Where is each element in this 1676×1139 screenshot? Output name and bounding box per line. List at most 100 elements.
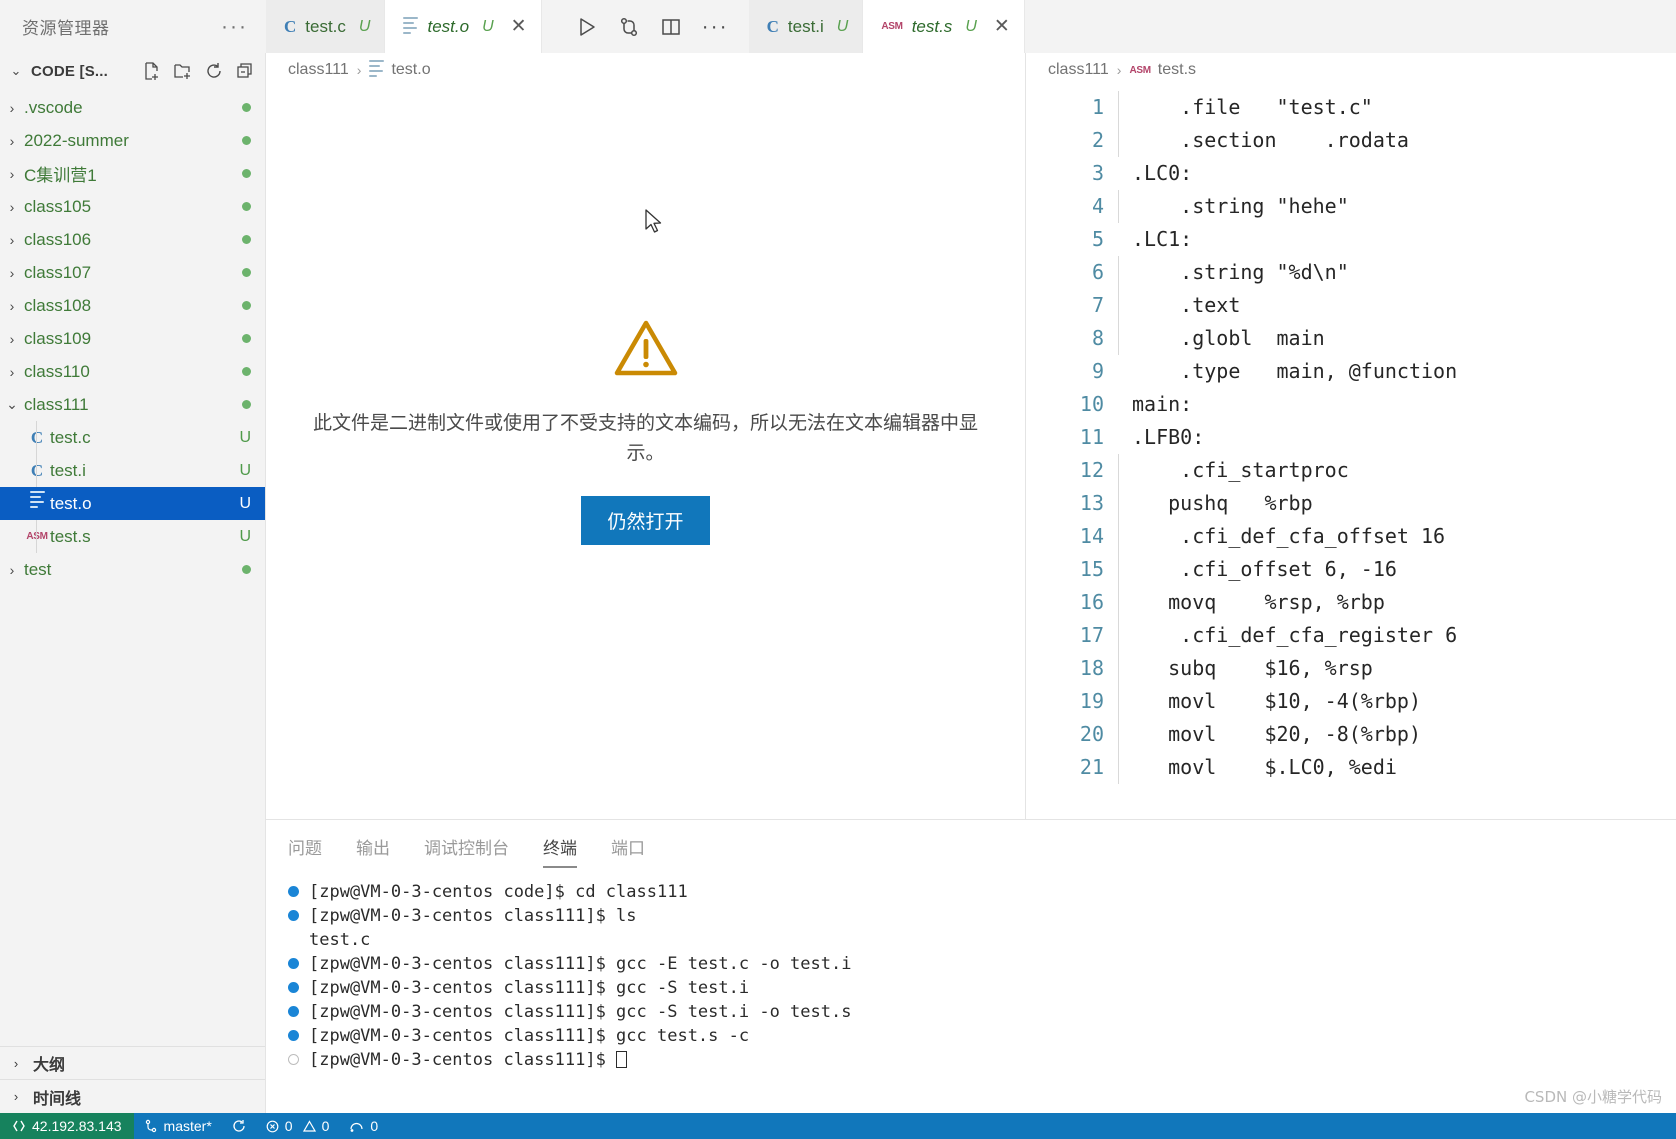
mouse-cursor-icon	[644, 209, 664, 240]
git-status-badge: U	[239, 428, 251, 446]
panel-tab-debug-console[interactable]: 调试控制台	[424, 834, 509, 868]
tab-test-c[interactable]: C test.c U	[266, 0, 386, 53]
explorer-sidebar: ⌄ CODE [S... › .vscode › 2022-summer › C…	[0, 53, 266, 1113]
editor-more-actions-icon[interactable]: ···	[702, 16, 729, 37]
code-line: .LC0:	[1132, 161, 1193, 185]
tree-item-2022-summer[interactable]: › 2022-summer	[0, 124, 265, 157]
sidebar-section-outline[interactable]: › 大纲	[0, 1047, 265, 1080]
breadcrumb-file[interactable]: ASM test.s	[1129, 61, 1196, 79]
code-editor[interactable]: 1 2 3 4 5 6 7 8 9 10 11 12 13 14 15 16 1…	[1026, 87, 1676, 819]
line-number: 2	[1091, 128, 1104, 152]
tree-item-test-s[interactable]: ASM test.s U	[0, 520, 265, 553]
git-status-dot	[242, 169, 251, 178]
command-decoration-icon	[288, 1006, 299, 1017]
git-status-dot	[242, 268, 251, 277]
indent-guide	[36, 454, 37, 487]
tree-item-class106[interactable]: › class106	[0, 223, 265, 256]
warning-triangle-icon	[614, 319, 678, 382]
sidebar-section-timeline[interactable]: › 时间线	[0, 1080, 265, 1113]
c-icon: C	[30, 460, 44, 480]
tree-item-class111[interactable]: ⌄ class111	[0, 388, 265, 421]
code-line: subq $16, %rsp	[1132, 656, 1373, 680]
status-remote-host[interactable]: 42.192.83.143	[0, 1113, 134, 1139]
code-line: movl $.LC0, %edi	[1132, 755, 1397, 779]
tree-item-class109[interactable]: › class109	[0, 322, 265, 355]
watermark: CSDN @小糖学代码	[1524, 1088, 1662, 1106]
breadcrumb-separator: ›	[1116, 62, 1122, 78]
tree-item-label: test.c	[50, 427, 91, 447]
terminal-text: [zpw@VM-0-3-centos class111]$ gcc -S tes…	[309, 978, 750, 998]
code-lines[interactable]: .file "test.c" .section .rodata .LC0: .s…	[1118, 91, 1676, 819]
status-branch[interactable]: master*	[134, 1113, 222, 1139]
panel-tab-problems[interactable]: 问题	[288, 834, 322, 868]
tree-item-class105[interactable]: › class105	[0, 190, 265, 223]
panel-tab-output[interactable]: 输出	[356, 834, 390, 868]
chevron-right-icon: ›	[13, 1055, 19, 1071]
close-icon[interactable]: ✕	[994, 15, 1010, 38]
new-file-icon[interactable]	[142, 61, 162, 81]
breadcrumb-folder[interactable]: class111	[288, 61, 349, 79]
explorer-root-header[interactable]: ⌄ CODE [S...	[0, 53, 265, 89]
run-icon[interactable]	[576, 16, 598, 38]
line-number: 11	[1079, 425, 1104, 449]
tab-test-o[interactable]: test.o U ✕	[385, 0, 542, 53]
status-problems[interactable]: 0 0	[256, 1113, 340, 1139]
code-line: .cfi_startproc	[1132, 458, 1349, 482]
chevron-down-icon: ⌄	[6, 396, 18, 412]
status-ports-count: 0	[370, 1118, 379, 1134]
explorer-more-actions-icon[interactable]: ···	[221, 16, 248, 37]
chevron-down-icon[interactable]: ⌄	[8, 63, 24, 79]
vscode-window: 资源管理器 ··· C test.c U test.o U ✕ ··· C te…	[0, 0, 1676, 1139]
tree-item-class108[interactable]: › class108	[0, 289, 265, 322]
refresh-icon[interactable]	[204, 61, 224, 81]
line-number: 16	[1079, 590, 1104, 614]
panel-tab-terminal[interactable]: 终端	[543, 834, 577, 868]
bin-icon	[24, 491, 50, 516]
indent-guide	[1118, 454, 1119, 784]
tab-test-i[interactable]: C test.i U	[748, 0, 864, 53]
tree-item-test-i[interactable]: C test.i U	[0, 454, 265, 487]
explorer-root-actions	[142, 61, 255, 81]
breadcrumb-file-label: test.s	[1157, 61, 1197, 78]
close-icon[interactable]: ✕	[511, 15, 527, 38]
tree-item-test-c[interactable]: C test.c U	[0, 421, 265, 454]
file-tree[interactable]: › .vscode › 2022-summer › C集训营1 › class1…	[0, 89, 265, 1046]
line-number: 12	[1079, 458, 1104, 482]
panel-tab-ports[interactable]: 端口	[611, 834, 645, 868]
tree-item-test[interactable]: › test	[0, 553, 265, 586]
source-control-icon[interactable]	[618, 16, 640, 38]
tree-item-label: 2022-summer	[24, 130, 129, 150]
status-sync[interactable]	[222, 1113, 256, 1139]
status-warning-count: 0	[321, 1118, 330, 1134]
git-status-badge: U	[239, 494, 251, 512]
tree-item-label: test	[24, 559, 52, 579]
split-editor-icon[interactable]	[660, 16, 682, 38]
git-status-dot	[242, 202, 251, 211]
collapse-all-icon[interactable]	[235, 61, 255, 81]
terminal-output[interactable]: [zpw@VM-0-3-centos code]$ cd class111 [z…	[266, 868, 1676, 1113]
tree-item-c-camp1[interactable]: › C集训营1	[0, 157, 265, 190]
remote-icon	[13, 1120, 25, 1132]
tree-item-test-o[interactable]: test.o U	[0, 487, 265, 520]
git-status-dot	[242, 565, 251, 574]
tab-test-s[interactable]: ASM test.s U ✕	[863, 0, 1025, 53]
section-label: 大纲	[33, 1057, 66, 1074]
command-decoration-icon	[288, 886, 299, 897]
new-folder-icon[interactable]	[173, 61, 193, 81]
line-number: 19	[1079, 689, 1104, 713]
explorer-root-label: CODE [S...	[31, 62, 109, 80]
chevron-right-icon: ›	[9, 330, 15, 347]
tree-item-class110[interactable]: › class110	[0, 355, 265, 388]
tree-item-class107[interactable]: › class107	[0, 256, 265, 289]
sync-icon	[233, 1120, 245, 1132]
tree-item-vscode[interactable]: › .vscode	[0, 91, 265, 124]
git-status-dot	[242, 400, 251, 409]
breadcrumb-folder[interactable]: class111	[1048, 61, 1109, 79]
line-number: 18	[1079, 656, 1104, 680]
status-ports[interactable]: 0	[339, 1113, 388, 1139]
tree-item-label: test.o	[50, 493, 92, 513]
chevron-right-icon: ›	[9, 297, 15, 314]
terminal-prompt-line[interactable]: [zpw@VM-0-3-centos class111]$	[288, 1048, 1676, 1072]
open-anyway-button[interactable]: 仍然打开	[581, 496, 710, 546]
breadcrumb-file[interactable]: test.o	[369, 60, 431, 80]
